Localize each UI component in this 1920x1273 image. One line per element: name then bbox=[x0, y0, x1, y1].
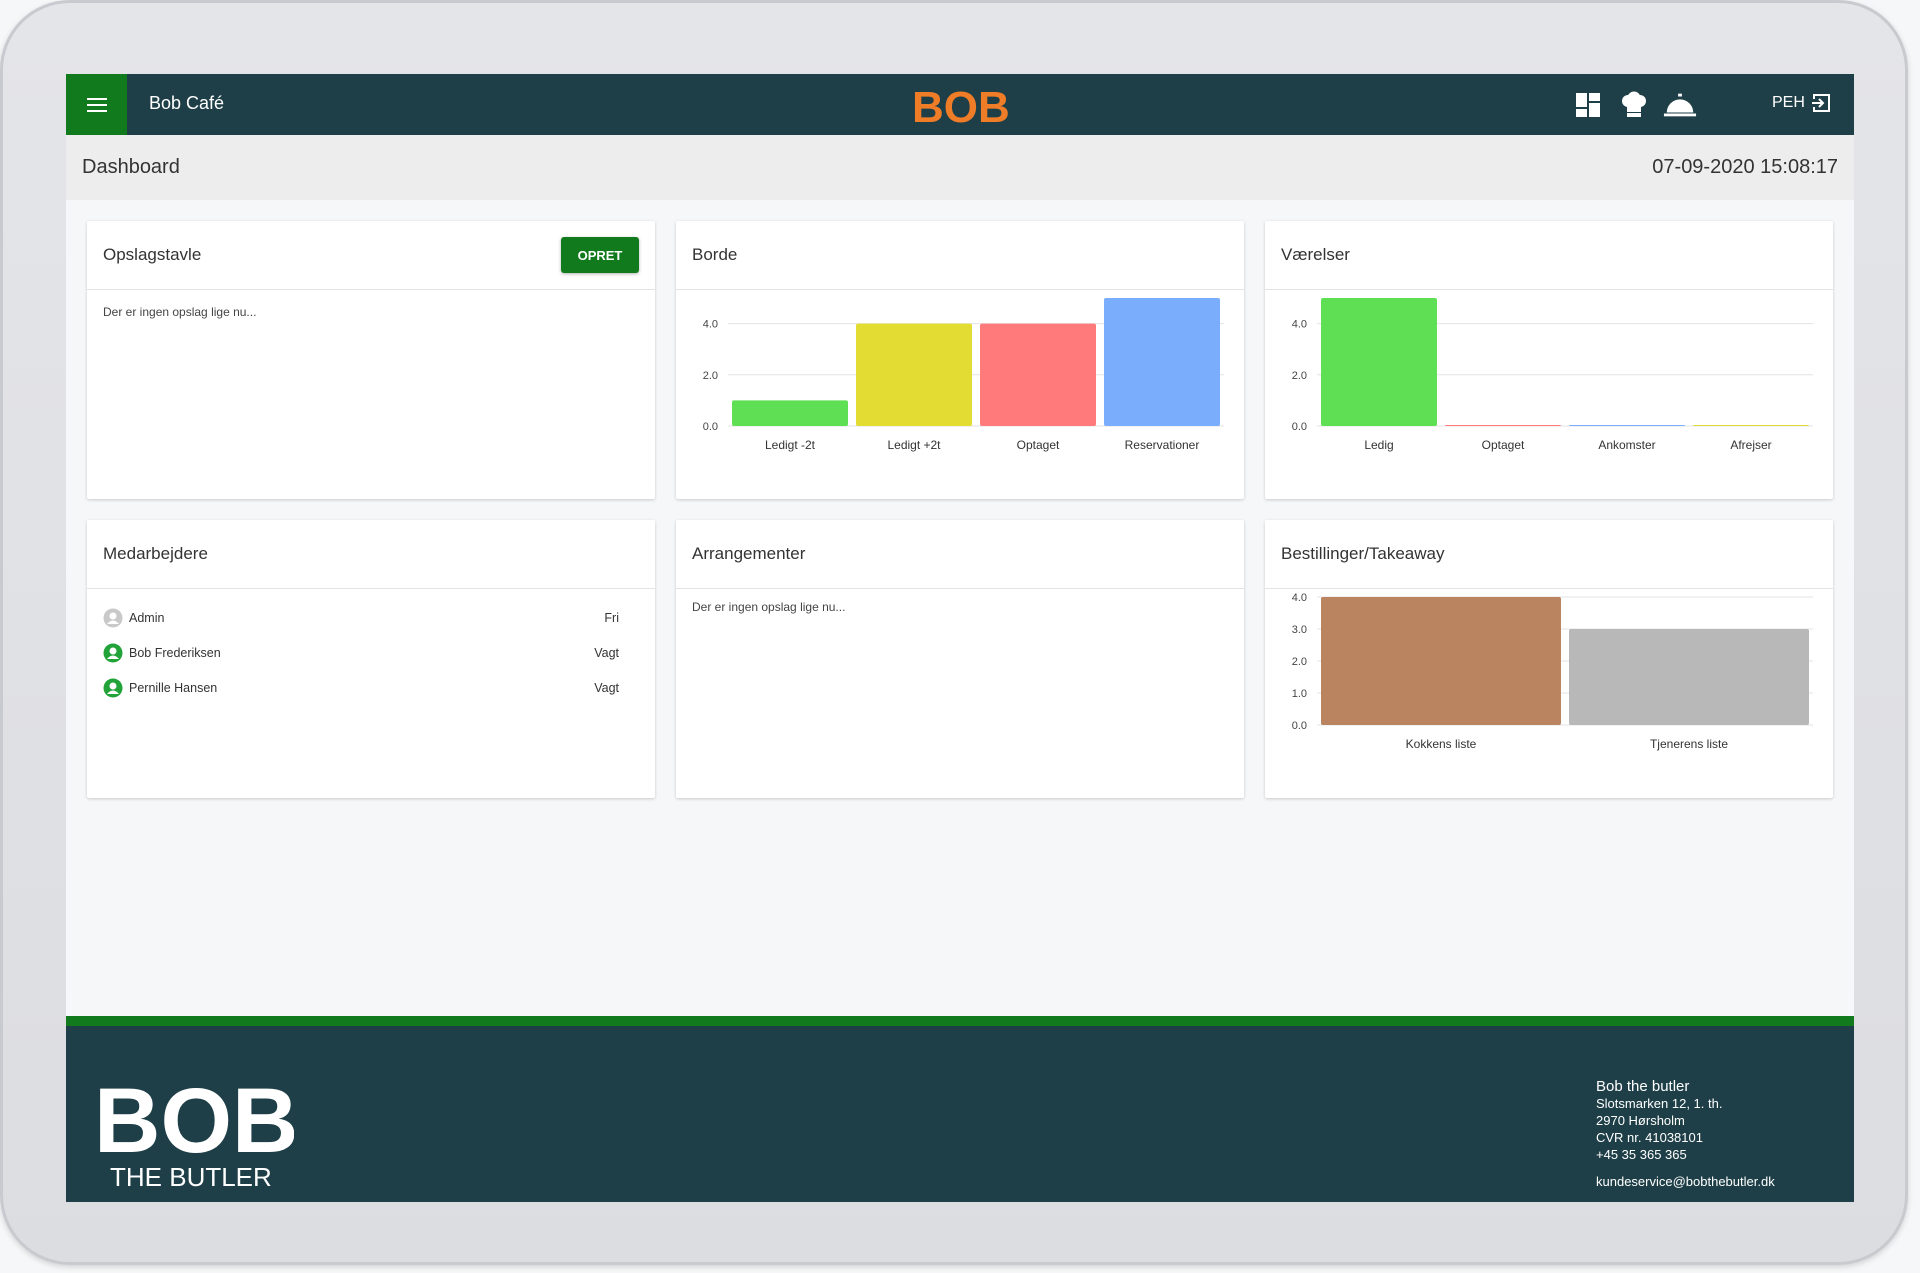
card-title: Borde bbox=[692, 245, 738, 264]
footer-logo: BOB THE BUTLER bbox=[94, 1070, 298, 1197]
card-title: Medarbejdere bbox=[103, 544, 208, 563]
company-info: Bob the butler Slotsmarken 12, 1. th. 29… bbox=[1596, 1078, 1775, 1190]
current-datetime: 07-09-2020 15:08:17 bbox=[1652, 156, 1838, 178]
events-card: Arrangementer Der er ingen opslag lige n… bbox=[676, 520, 1244, 798]
bar bbox=[1445, 425, 1561, 426]
y-tick-label: 2.0 bbox=[1292, 370, 1307, 382]
y-tick-label: 0.0 bbox=[703, 421, 718, 433]
tablet-frame: Bob Café BOB PEH Dashboard 07-09-2020 15… bbox=[0, 0, 1908, 1265]
logout-icon bbox=[1810, 94, 1830, 112]
company-name: Bob the butler bbox=[1596, 1078, 1690, 1095]
app-screen: Bob Café BOB PEH Dashboard 07-09-2020 15… bbox=[66, 74, 1854, 1202]
card-title: Bestillinger/Takeaway bbox=[1281, 544, 1445, 563]
y-tick-label: 2.0 bbox=[703, 370, 718, 382]
company-address-line1: Slotsmarken 12, 1. th. bbox=[1596, 1096, 1723, 1111]
x-tick-label: Ledigt -2t bbox=[765, 438, 816, 452]
staff-list: Admin Fri Bob Frederiksen Vagt Pernille … bbox=[103, 600, 639, 705]
company-address-line2: 2970 Hørsholm bbox=[1596, 1113, 1685, 1128]
bar bbox=[1569, 425, 1685, 426]
empty-message: Der er ingen opslag lige nu... bbox=[103, 305, 257, 319]
y-tick-label: 1.0 bbox=[1292, 688, 1307, 700]
x-tick-label: Ledig bbox=[1364, 438, 1393, 452]
x-tick-label: Optaget bbox=[1482, 438, 1525, 452]
card-title: Arrangementer bbox=[692, 544, 806, 563]
user-avatar-icon bbox=[103, 643, 123, 662]
bar bbox=[1321, 597, 1561, 725]
footer-logo-text: BOB bbox=[94, 1072, 294, 1172]
y-tick-label: 2.0 bbox=[1292, 656, 1307, 668]
x-tick-label: Afrejser bbox=[1730, 438, 1771, 452]
company-phone: +45 35 365 365 bbox=[1596, 1147, 1687, 1162]
bar bbox=[1104, 298, 1220, 426]
y-tick-label: 4.0 bbox=[1292, 592, 1307, 604]
bar bbox=[856, 323, 972, 426]
bar bbox=[1321, 298, 1437, 426]
staff-name: Pernille Hansen bbox=[129, 680, 218, 695]
x-tick-label: Ledigt +2t bbox=[887, 438, 941, 452]
user-avatar-icon bbox=[103, 678, 123, 697]
rooms-chart: 0.0 2.0 4.0 Ledig Optaget Ankomster Afrejser bbox=[1292, 298, 1813, 452]
orders-chart: 0.0 1.0 2.0 3.0 4.0 Kokkens liste Tjenerens li… bbox=[1292, 592, 1813, 751]
user-logout[interactable]: PEH bbox=[1772, 93, 1831, 113]
tables-card: Borde 0.0 2.0 4.0 Ledigt -2t Ledigt +2t Optag… bbox=[676, 221, 1244, 499]
y-tick-label: 4.0 bbox=[703, 319, 718, 331]
card-title: Opslagstavle bbox=[103, 245, 202, 264]
top-bar: Bob Café BOB PEH bbox=[66, 74, 1854, 135]
list-item[interactable]: Pernille Hansen Vagt bbox=[103, 670, 639, 705]
bar bbox=[1693, 425, 1809, 426]
staff-name: Admin bbox=[129, 610, 165, 625]
rooms-card: Værelser 0.0 2.0 4.0 Ledig Optaget Ankomster A… bbox=[1265, 221, 1833, 499]
empty-message: Der er ingen opslag lige nu... bbox=[692, 600, 846, 614]
dashboard-grid-icon[interactable] bbox=[1571, 90, 1605, 120]
notice-board-card: Opslagstavle OPRET Der er ingen opslag l… bbox=[87, 221, 655, 499]
user-initials: PEH bbox=[1772, 94, 1805, 111]
staff-status: Fri bbox=[604, 610, 619, 625]
bar bbox=[980, 323, 1096, 426]
page-title: Dashboard bbox=[82, 156, 180, 178]
chef-hat-icon[interactable] bbox=[1617, 90, 1651, 120]
list-item[interactable]: Admin Fri bbox=[103, 600, 639, 635]
dashboard-content: Opslagstavle OPRET Der er ingen opslag l… bbox=[66, 200, 1854, 1016]
x-tick-label: Reservationer bbox=[1125, 438, 1200, 452]
bob-logo[interactable]: BOB bbox=[912, 82, 1010, 133]
x-tick-label: Tjenerens liste bbox=[1650, 737, 1728, 751]
support-email-link[interactable]: kundeservice@bobthebutler.dk bbox=[1596, 1173, 1775, 1190]
orders-card: Bestillinger/Takeaway 0.0 1.0 2.0 3.0 4.0 Kok… bbox=[1265, 520, 1833, 798]
bar bbox=[732, 400, 848, 426]
user-avatar-icon bbox=[103, 608, 123, 627]
staff-name: Bob Frederiksen bbox=[129, 645, 221, 660]
x-tick-label: Ankomster bbox=[1598, 438, 1655, 452]
app-title: Bob Café bbox=[149, 93, 225, 113]
footer: BOB THE BUTLER Bob the butler Slotsmarke… bbox=[66, 1026, 1854, 1202]
staff-status: Vagt bbox=[594, 680, 619, 695]
staff-card: Medarbejdere Admin Fri Bob Frederiksen V… bbox=[87, 520, 655, 798]
y-tick-label: 0.0 bbox=[1292, 720, 1307, 732]
service-bell-icon[interactable] bbox=[1663, 90, 1697, 120]
bar bbox=[1569, 629, 1809, 725]
y-tick-label: 0.0 bbox=[1292, 421, 1307, 433]
company-cvr: CVR nr. 41038101 bbox=[1596, 1130, 1703, 1145]
list-item[interactable]: Bob Frederiksen Vagt bbox=[103, 635, 639, 670]
staff-status: Vagt bbox=[594, 645, 619, 660]
tables-chart: 0.0 2.0 4.0 Ledigt -2t Ledigt +2t Optaget Rese… bbox=[703, 298, 1224, 452]
page-header: Dashboard 07-09-2020 15:08:17 bbox=[66, 135, 1854, 200]
x-tick-label: Optaget bbox=[1017, 438, 1060, 452]
y-tick-label: 3.0 bbox=[1292, 624, 1307, 636]
footer-accent-stripe bbox=[66, 1016, 1854, 1026]
create-post-button[interactable]: OPRET bbox=[561, 237, 639, 273]
logo-text: BOB bbox=[912, 83, 1008, 128]
card-title: Værelser bbox=[1281, 245, 1350, 264]
footer-logo-subtitle: THE BUTLER bbox=[110, 1162, 272, 1192]
x-tick-label: Kokkens liste bbox=[1406, 737, 1477, 751]
hamburger-menu-icon[interactable] bbox=[66, 74, 127, 135]
y-tick-label: 4.0 bbox=[1292, 319, 1307, 331]
